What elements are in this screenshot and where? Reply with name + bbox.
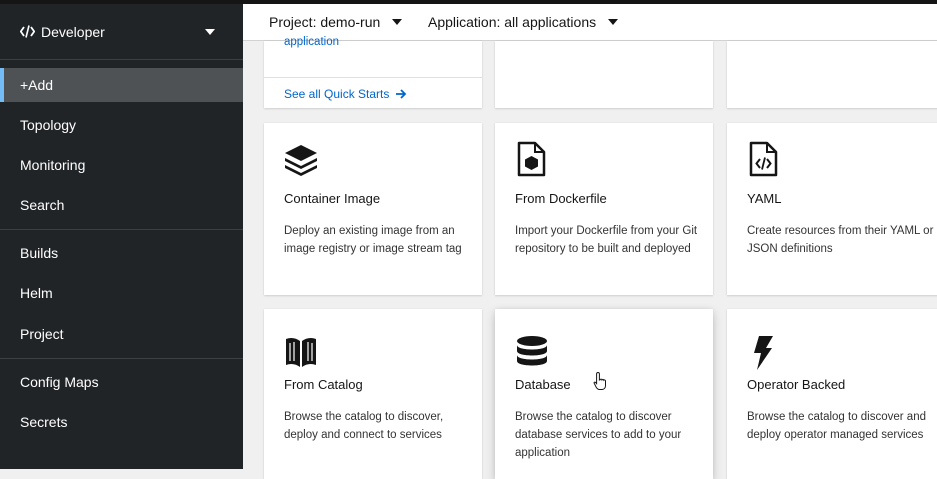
layers-icon bbox=[285, 145, 317, 176]
card-description: Browse the catalog to discover database … bbox=[515, 411, 682, 459]
sidebar-item-label: Secrets bbox=[20, 414, 68, 430]
add-card-yaml[interactable]: YAML Create resources from their YAML or… bbox=[727, 123, 937, 295]
perspective-switcher[interactable]: Developer bbox=[0, 4, 243, 60]
add-card-container-image[interactable]: Container Image Deploy an existing image… bbox=[264, 123, 482, 295]
book-icon bbox=[286, 337, 316, 367]
sidebar-item-label: Helm bbox=[20, 285, 53, 301]
sidebar-divider bbox=[0, 229, 243, 230]
card-title: YAML bbox=[747, 191, 782, 206]
application-selector[interactable]: Application: all applications bbox=[428, 4, 619, 40]
quick-starts-card: application See all Quick Starts bbox=[264, 36, 482, 108]
project-selector[interactable]: Project: demo-run bbox=[269, 4, 403, 40]
card-title: Database bbox=[515, 377, 571, 392]
sidebar: Developer +Add Topology Monitoring Searc… bbox=[0, 4, 243, 469]
add-card-from-dockerfile[interactable]: From Dockerfile Import your Dockerfile f… bbox=[495, 123, 713, 295]
hand-pointer-icon bbox=[593, 371, 606, 390]
sidebar-item-topology[interactable]: Topology bbox=[0, 108, 243, 142]
sidebar-item-search[interactable]: Search bbox=[0, 188, 243, 222]
chevron-down-icon bbox=[608, 19, 619, 25]
bolt-icon bbox=[754, 336, 773, 370]
card-title: From Catalog bbox=[284, 377, 363, 392]
card-divider bbox=[264, 77, 482, 78]
card-description: Create resources from their YAML or JSON… bbox=[747, 225, 934, 255]
sidebar-item-helm[interactable]: Helm bbox=[0, 276, 243, 310]
quick-start-card[interactable] bbox=[495, 41, 713, 108]
quick-start-link[interactable]: application bbox=[284, 36, 339, 48]
dockerfile-icon bbox=[517, 141, 546, 177]
card-description: Deploy an existing image from an image r… bbox=[284, 225, 462, 255]
card-description: Browse the catalog to discover and deplo… bbox=[747, 411, 926, 441]
card-title: Operator Backed bbox=[747, 377, 846, 392]
sidebar-item-builds[interactable]: Builds bbox=[0, 236, 243, 270]
card-description: Import your Dockerfile from your Git rep… bbox=[515, 225, 698, 255]
sidebar-item-monitoring[interactable]: Monitoring bbox=[0, 148, 243, 182]
add-card-from-catalog[interactable]: From Catalog Browse the catalog to disco… bbox=[264, 309, 482, 479]
sidebar-item-label: Topology bbox=[20, 117, 77, 133]
sidebar-item-label: +Add bbox=[20, 77, 54, 93]
project-selector-label: Project: demo-run bbox=[269, 14, 381, 30]
sidebar-item-label: Monitoring bbox=[20, 157, 86, 173]
quick-start-card[interactable] bbox=[727, 41, 937, 108]
sidebar-item-add[interactable]: +Add bbox=[0, 68, 243, 102]
sidebar-item-secrets[interactable]: Secrets bbox=[0, 405, 243, 439]
card-description: Browse the catalog to discover, deploy a… bbox=[284, 411, 444, 441]
sidebar-item-project[interactable]: Project bbox=[0, 317, 243, 351]
sidebar-item-label: Config Maps bbox=[20, 374, 99, 390]
chevron-down-icon bbox=[392, 19, 403, 25]
see-all-label: See all Quick Starts bbox=[284, 87, 390, 101]
sidebar-item-config-maps[interactable]: Config Maps bbox=[0, 365, 243, 399]
sidebar-item-label: Builds bbox=[20, 245, 59, 261]
sidebar-item-label: Search bbox=[20, 197, 65, 213]
sidebar-item-label: Project bbox=[20, 326, 64, 342]
yaml-file-icon bbox=[749, 141, 778, 177]
application-selector-label: Application: all applications bbox=[428, 14, 597, 30]
chevron-down-icon bbox=[205, 29, 215, 35]
add-card-database[interactable]: Database Browse the catalog to discover … bbox=[495, 309, 713, 479]
add-card-operator-backed[interactable]: Operator Backed Browse the catalog to di… bbox=[727, 309, 937, 479]
sidebar-divider bbox=[0, 358, 243, 359]
database-icon bbox=[517, 336, 547, 366]
perspective-label: Developer bbox=[41, 23, 105, 40]
arrow-right-icon bbox=[396, 89, 407, 99]
card-title: From Dockerfile bbox=[515, 191, 607, 206]
context-bar: Project: demo-run Application: all appli… bbox=[243, 4, 937, 41]
see-all-quick-starts-link[interactable]: See all Quick Starts bbox=[284, 87, 407, 101]
code-icon bbox=[20, 25, 35, 38]
card-title: Container Image bbox=[284, 191, 381, 206]
